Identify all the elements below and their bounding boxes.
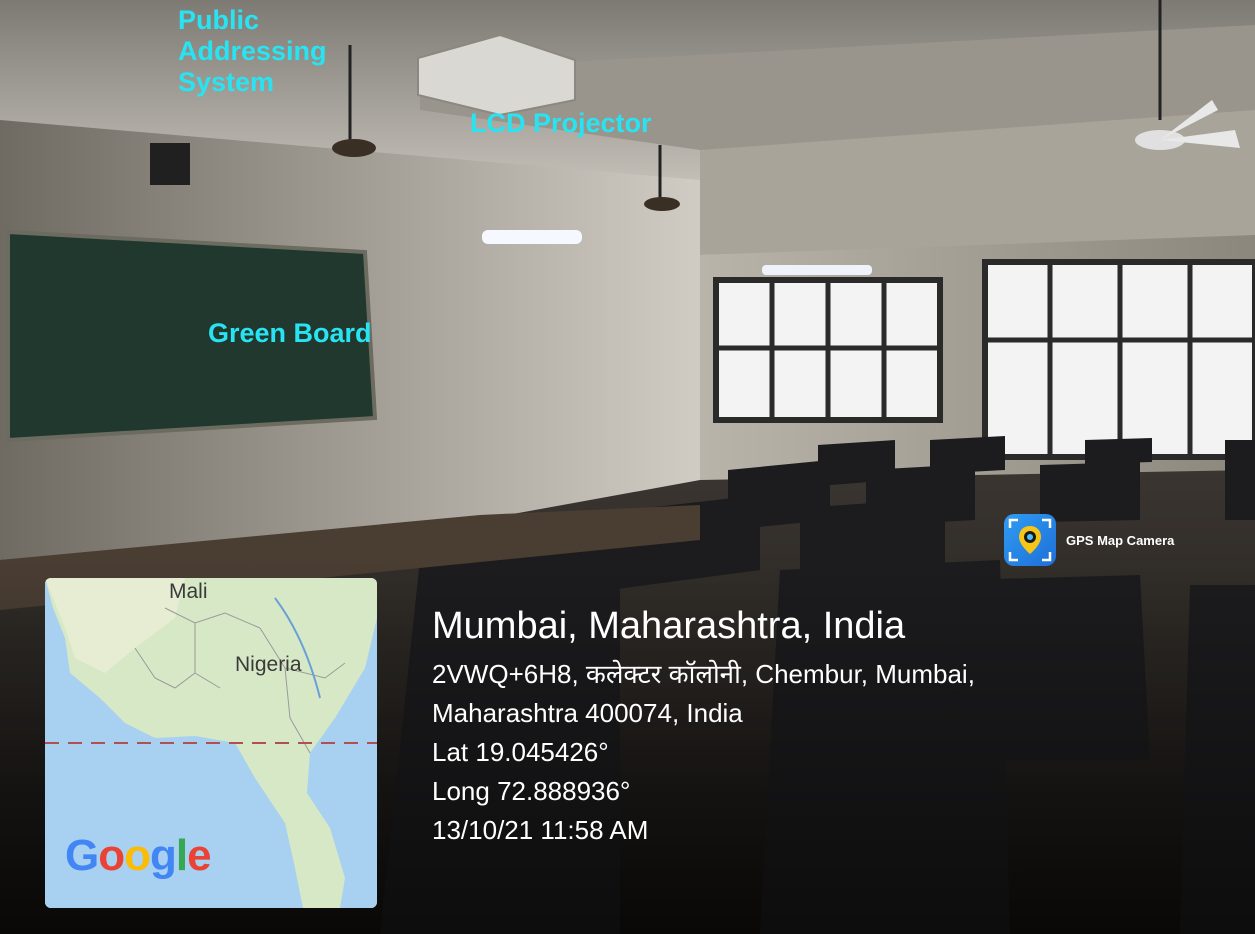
google-logo-letter: e	[187, 831, 212, 880]
map-label-nigeria: Nigeria	[235, 653, 302, 676]
gps-map-camera-badge: GPS Map Camera	[1004, 514, 1174, 566]
google-logo-letter: g	[150, 831, 177, 880]
google-logo-letter: l	[175, 831, 188, 880]
google-logo-letter: o	[98, 831, 125, 880]
gps-pin-icon	[1004, 514, 1056, 566]
google-logo-letter: o	[124, 831, 151, 880]
longitude: Long 72.888936°	[432, 776, 631, 806]
geotag-info: Mumbai, Maharashtra, India 2VWQ+6H8, कले…	[432, 603, 975, 850]
latitude: Lat 19.045426°	[432, 737, 609, 767]
google-logo: Google	[65, 831, 212, 881]
location-city: Mumbai, Maharashtra, India	[432, 605, 906, 647]
timestamp: 13/10/21 11:58 AM	[432, 815, 649, 845]
address-line-1: 2VWQ+6H8, कलेक्टर कॉलोनी, Chembur, Mumba…	[432, 659, 975, 689]
gps-app-name: GPS Map Camera	[1066, 532, 1175, 548]
green-board-label: Green Board	[208, 318, 372, 348]
lcd-projector-label: LCD Projector	[470, 108, 652, 138]
map-label-mali: Mali	[169, 580, 208, 603]
map-thumbnail: Mali Nigeria Google	[45, 578, 377, 908]
photo-frame: Public Addressing System LCD Projector G…	[0, 0, 1255, 934]
address-line-2: Maharashtra 400074, India	[432, 698, 743, 728]
google-logo-letter: G	[65, 831, 99, 880]
public-addressing-label: Public Addressing System	[178, 5, 327, 97]
